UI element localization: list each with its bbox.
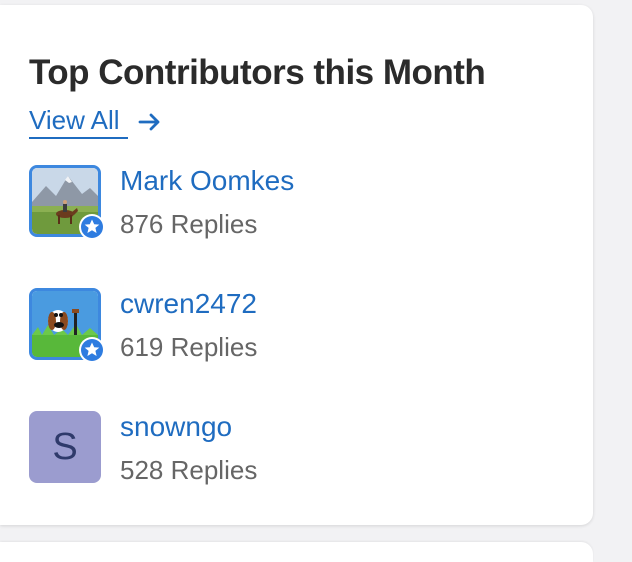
- contributor-name-link[interactable]: snowngo: [120, 410, 257, 444]
- avatar[interactable]: S: [29, 411, 101, 483]
- widget-title: Top Contributors this Month: [29, 53, 486, 92]
- contributor-item: Mark Oomkes 876 Replies: [29, 165, 294, 240]
- contributor-name-link[interactable]: cwren2472: [120, 287, 257, 321]
- reply-count: 876 Replies: [120, 209, 258, 239]
- avatar[interactable]: [29, 165, 105, 240]
- contributor-name-link[interactable]: Mark Oomkes: [120, 164, 294, 198]
- contributor-item: S snowngo 528 Replies: [29, 411, 257, 486]
- contributor-item: cwren2472 619 Replies: [29, 288, 257, 363]
- reply-count: 619 Replies: [120, 332, 258, 362]
- avatar[interactable]: [29, 288, 105, 363]
- reply-count: 528 Replies: [120, 455, 258, 485]
- star-badge-icon: [79, 214, 105, 240]
- star-badge-icon: [79, 337, 105, 363]
- avatar-initial: S: [29, 411, 101, 483]
- view-all-label: View All: [29, 105, 128, 139]
- next-card-edge: [0, 542, 593, 562]
- top-contributors-card: Top Contributors this Month View All Mar…: [0, 5, 593, 525]
- arrow-right-icon: [138, 113, 159, 131]
- view-all-link[interactable]: View All: [29, 105, 162, 139]
